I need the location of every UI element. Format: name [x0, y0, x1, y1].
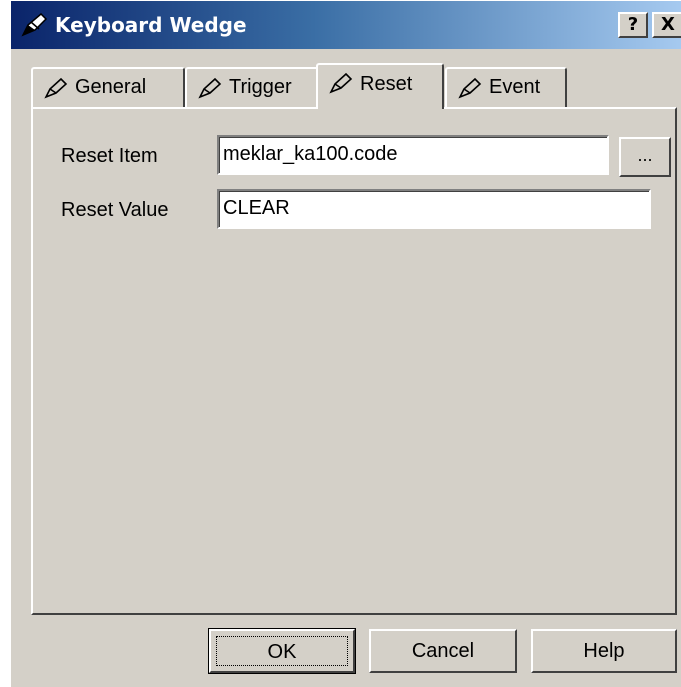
tab-strip: General Trigger Reset Event	[31, 63, 631, 109]
browse-button[interactable]: ...	[619, 137, 671, 177]
cancel-button[interactable]: Cancel	[369, 629, 517, 673]
tab-label: Trigger	[229, 76, 292, 98]
title-bar[interactable]: Keyboard Wedge ? X	[11, 1, 681, 49]
reset-value-field[interactable]: CLEAR	[217, 189, 651, 229]
pen-icon	[458, 77, 482, 99]
ok-button[interactable]: OK	[208, 628, 356, 674]
tab-label: Reset	[360, 73, 413, 95]
reset-item-field[interactable]: meklar_ka100.code	[217, 135, 609, 175]
pen-icon	[44, 77, 68, 99]
window-title: Keyboard Wedge	[55, 13, 247, 37]
reset-value-label: Reset Value	[61, 199, 169, 221]
tab-label: Event	[489, 76, 541, 98]
close-button[interactable]: X	[652, 12, 681, 38]
tab-event[interactable]: Event	[445, 67, 567, 107]
ok-button-label: OK	[216, 636, 348, 666]
pen-icon	[21, 12, 48, 37]
dialog-window: Keyboard Wedge ? X General Trigger Reset	[10, 0, 681, 687]
help-title-button[interactable]: ?	[618, 12, 648, 38]
pen-icon	[198, 77, 222, 99]
pen-icon	[329, 72, 353, 94]
help-button[interactable]: Help	[531, 629, 677, 673]
tab-label: General	[75, 76, 147, 98]
reset-item-label: Reset Item	[61, 145, 158, 167]
reset-tab-panel: Reset Item meklar_ka100.code ... Reset V…	[31, 107, 677, 615]
tab-general[interactable]: General	[31, 67, 185, 107]
tab-trigger[interactable]: Trigger	[185, 67, 319, 107]
tab-reset[interactable]: Reset	[316, 63, 444, 109]
